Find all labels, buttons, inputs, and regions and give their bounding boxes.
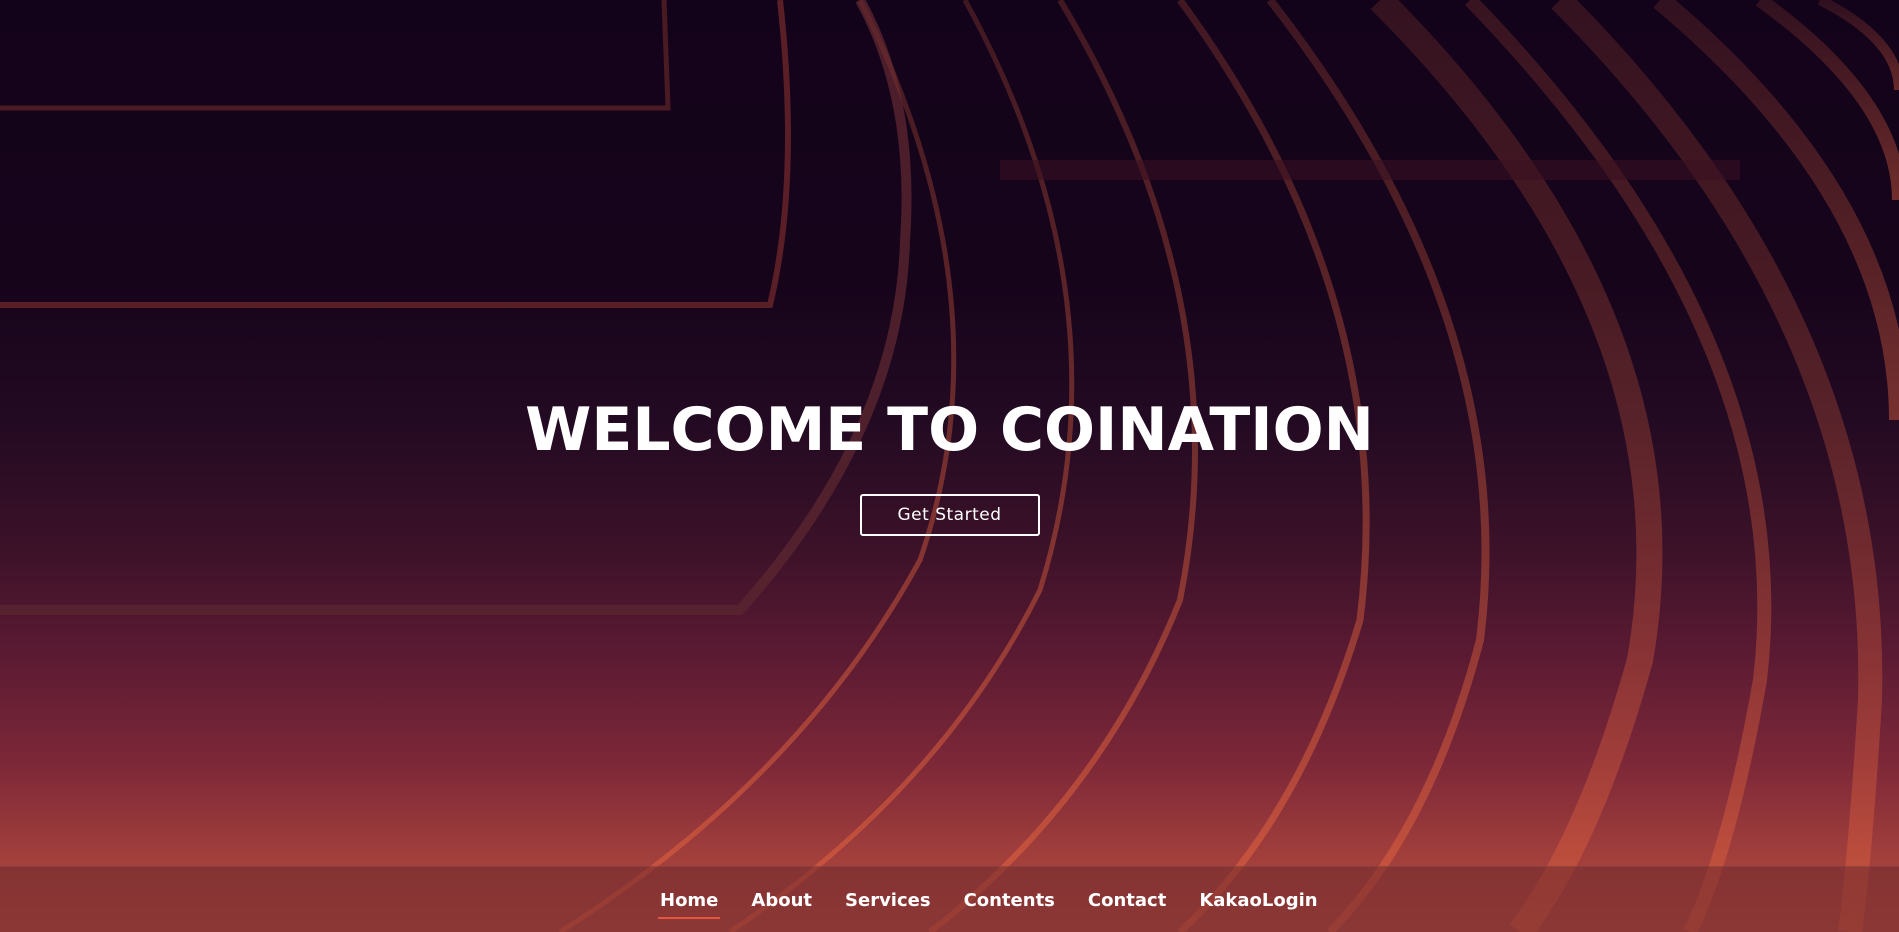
nav-list: Home About Services Contents Contact Kak…	[657, 889, 1351, 919]
nav-item-contents[interactable]: Contents	[964, 889, 1055, 913]
hero-content: WELCOME TO COINATION Get Started	[0, 392, 1899, 536]
hero-section: WELCOME TO COINATION Get Started	[0, 0, 1899, 932]
hero-title: WELCOME TO COINATION	[525, 395, 1374, 465]
nav-item-about[interactable]: About	[751, 889, 812, 913]
bottom-navigation: Home About Services Contents Contact Kak…	[0, 866, 1899, 932]
get-started-button[interactable]: Get Started	[859, 494, 1040, 536]
nav-item-home[interactable]: Home	[657, 889, 721, 919]
nav-item-services[interactable]: Services	[845, 889, 931, 913]
nav-item-kakaologin[interactable]: KakaoLogin	[1199, 889, 1317, 913]
nav-item-contact[interactable]: Contact	[1088, 889, 1166, 913]
